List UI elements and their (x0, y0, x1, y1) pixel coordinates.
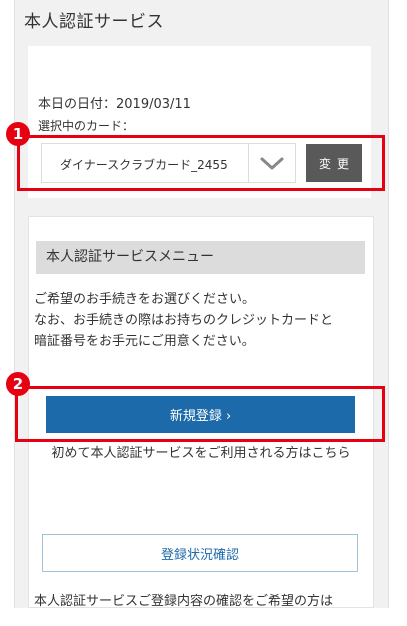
instruction-line: 暗証番号をお手元にご用意ください。 (34, 334, 255, 349)
date-line: 本日の日付：2019/03/11 (38, 97, 191, 112)
registration-status-button[interactable]: 登録状況確認 (42, 534, 358, 572)
highlight-frame-1 (17, 135, 385, 191)
instructions: ご希望のお手続きをお選びください。 なお、お手続きの際はお持ちのクレジットカード… (34, 289, 364, 352)
page-title: 本人認証サービス (24, 12, 164, 32)
first-time-note: 初めて本人認証サービスをご利用される方はこちら (51, 446, 351, 461)
instruction-line: ご希望のお手続きをお選びください。 (34, 292, 256, 307)
card-label: 選択中のカード： (38, 119, 135, 133)
marker-badge-1: 1 (6, 122, 30, 146)
highlight-frame-2 (15, 386, 385, 442)
menu-header-label: 本人認証サービスメニュー (46, 249, 214, 265)
bottom-note: 本人認証サービスご登録内容の確認をご希望の方は (34, 594, 334, 609)
menu-header: 本人認証サービスメニュー (36, 241, 365, 274)
marker-badge-2: 2 (6, 372, 30, 396)
instruction-line: なお、お手続きの際はお持ちのクレジットカードと (34, 313, 334, 328)
